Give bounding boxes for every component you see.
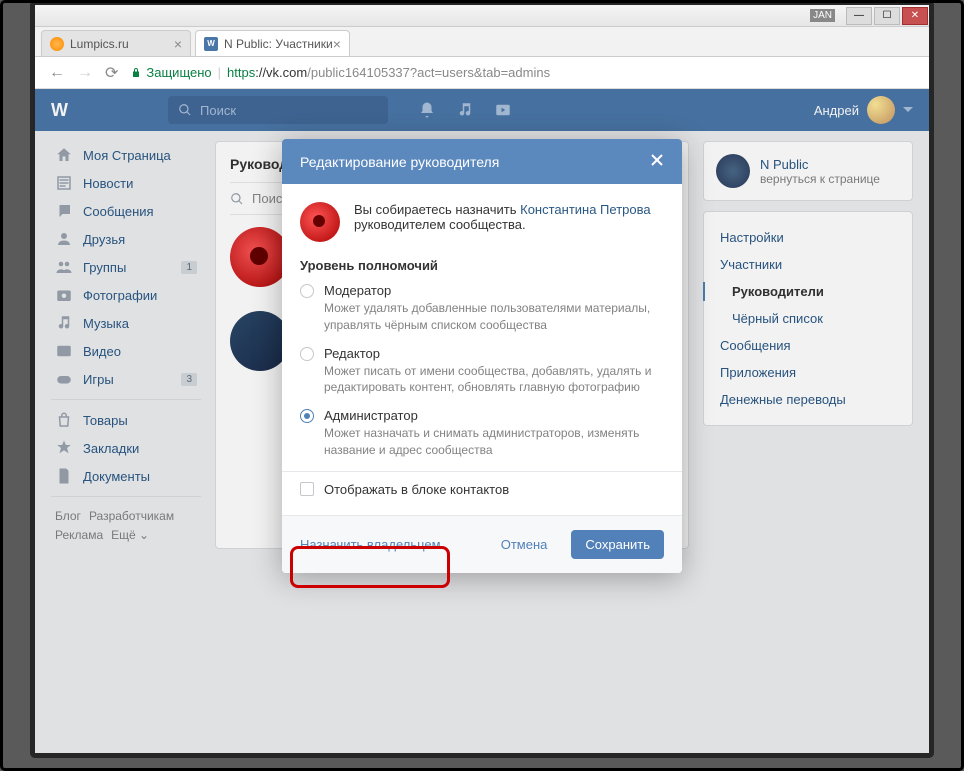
window-minimize-button[interactable]: — (846, 7, 872, 25)
window-maximize-button[interactable]: ☐ (874, 7, 900, 25)
modal-overlay[interactable]: Редактирование руководителя Вы собираете… (35, 89, 929, 753)
show-in-contacts-checkbox[interactable]: Отображать в блоке контактов (300, 482, 664, 497)
assign-owner-link[interactable]: Назначить владельцем (300, 537, 441, 552)
user-avatar (300, 202, 340, 242)
lock-icon (130, 67, 142, 79)
favicon-icon (50, 37, 64, 51)
save-button[interactable]: Сохранить (571, 530, 664, 559)
level-heading: Уровень полномочий (300, 258, 664, 273)
url-field[interactable]: https://vk.com/public164105337?act=users… (227, 65, 550, 80)
forward-button[interactable]: → (71, 64, 99, 82)
browser-tab-vk[interactable]: W N Public: Участники × (195, 30, 350, 56)
close-tab-icon[interactable]: × (174, 36, 182, 52)
radio-icon (300, 347, 314, 361)
intro-text: Вы собираетесь назначить Константина Пет… (354, 202, 664, 242)
favicon-icon: W (204, 37, 218, 51)
role-editor-radio[interactable]: РедакторМожет писать от имени сообщества… (300, 346, 664, 397)
lang-indicator: JAN (810, 9, 835, 22)
radio-icon (300, 409, 314, 423)
edit-manager-modal: Редактирование руководителя Вы собираете… (282, 139, 682, 573)
radio-icon (300, 284, 314, 298)
back-button[interactable]: ← (43, 64, 71, 82)
tab-title: Lumpics.ru (70, 37, 129, 51)
browser-tabs: Lumpics.ru × W N Public: Участники × (35, 27, 929, 57)
close-tab-icon[interactable]: × (333, 36, 341, 52)
secure-indicator[interactable]: Защищено (130, 65, 211, 80)
window-close-button[interactable]: ✕ (902, 7, 928, 25)
user-link[interactable]: Константина Петрова (520, 202, 650, 217)
close-icon (650, 153, 664, 167)
role-moderator-radio[interactable]: МодераторМожет удалять добавленные польз… (300, 283, 664, 334)
window-titlebar: JAN — ☐ ✕ (35, 5, 929, 27)
tab-title: N Public: Участники (224, 37, 333, 51)
reload-button[interactable]: ⟳ (99, 63, 124, 83)
checkbox-icon (300, 482, 314, 496)
modal-title: Редактирование руководителя (300, 154, 499, 170)
modal-close-button[interactable] (650, 153, 664, 170)
cancel-button[interactable]: Отмена (489, 531, 560, 558)
browser-tab-lumpics[interactable]: Lumpics.ru × (41, 30, 191, 56)
role-admin-radio[interactable]: АдминистраторМожет назначать и снимать а… (300, 408, 664, 459)
address-bar: ← → ⟳ Защищено | https://vk.com/public16… (35, 57, 929, 89)
